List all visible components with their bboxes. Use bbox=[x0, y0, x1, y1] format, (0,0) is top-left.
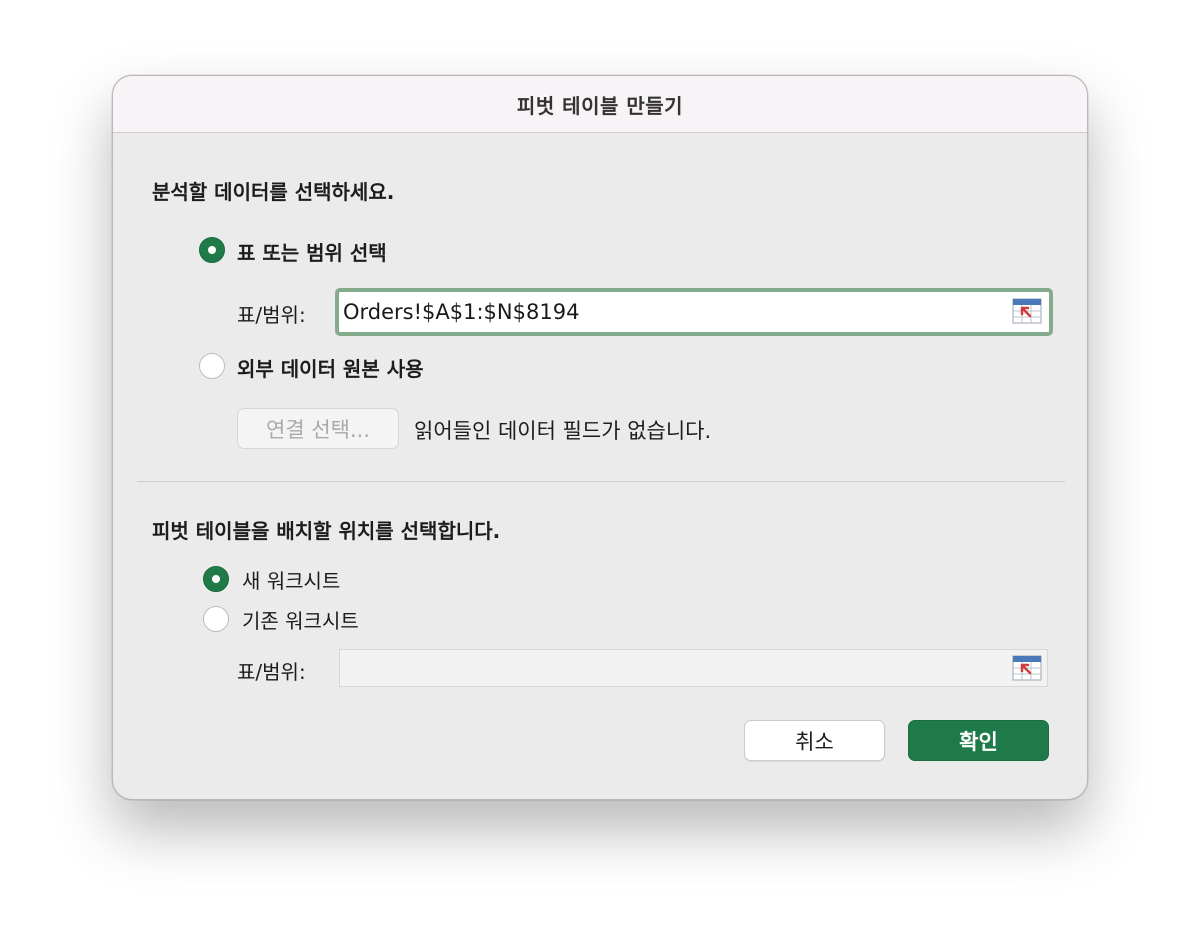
radio-external-source[interactable] bbox=[199, 353, 225, 379]
data-source-heading: 분석할 데이터를 선택하세요. bbox=[152, 180, 395, 204]
cancel-button[interactable]: 취소 bbox=[744, 720, 885, 761]
ok-button[interactable]: 확인 bbox=[908, 720, 1049, 761]
range-select-icon[interactable] bbox=[1012, 655, 1042, 681]
create-pivot-table-dialog: 피벗 테이블 만들기 분석할 데이터를 선택하세요. 표 또는 범위 선택 표/… bbox=[112, 75, 1088, 800]
dialog-title: 피벗 테이블 만들기 bbox=[516, 93, 684, 118]
radio-table-range[interactable] bbox=[199, 237, 225, 263]
choose-connection-button[interactable]: 연결 선택... bbox=[237, 408, 399, 449]
dialog-titlebar: 피벗 테이블 만들기 bbox=[113, 76, 1087, 133]
table-range-input[interactable]: Orders!$A$1:$N$8194 bbox=[335, 288, 1053, 336]
radio-existing-worksheet[interactable] bbox=[203, 606, 229, 632]
radio-external-source-label[interactable]: 외부 데이터 원본 사용 bbox=[237, 353, 424, 382]
placement-heading: 피벗 테이블을 배치할 위치를 선택합니다. bbox=[152, 519, 501, 543]
radio-existing-worksheet-label[interactable]: 기존 워크시트 bbox=[242, 605, 359, 634]
section-divider bbox=[137, 481, 1065, 482]
location-range-input[interactable] bbox=[339, 649, 1048, 687]
table-range-value: Orders!$A$1:$N$8194 bbox=[343, 300, 580, 324]
radio-table-range-label[interactable]: 표 또는 범위 선택 bbox=[237, 237, 387, 266]
no-fields-text: 읽어들인 데이터 필드가 없습니다. bbox=[414, 419, 712, 443]
radio-new-worksheet[interactable] bbox=[203, 566, 229, 592]
location-range-label: 표/범위: bbox=[237, 660, 306, 684]
table-range-label: 표/범위: bbox=[237, 303, 306, 327]
radio-new-worksheet-label[interactable]: 새 워크시트 bbox=[242, 565, 340, 594]
range-select-icon[interactable] bbox=[1012, 298, 1042, 324]
